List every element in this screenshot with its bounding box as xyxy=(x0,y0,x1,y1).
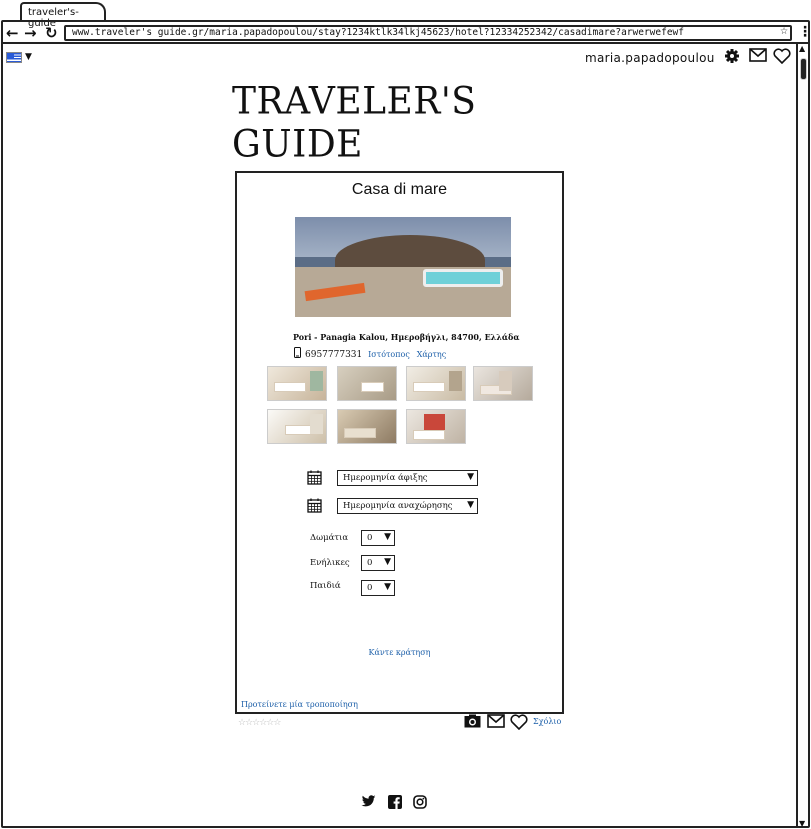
gallery-thumbnail[interactable] xyxy=(406,366,466,401)
greece-flag-icon[interactable] xyxy=(6,52,22,63)
website-link[interactable]: Ιστότοπος xyxy=(368,350,410,359)
comment-link[interactable]: Σχόλιο xyxy=(533,717,561,726)
back-icon[interactable]: ← xyxy=(6,24,19,42)
contact-row: 6957777331 Ιστότοπος Χάρτης xyxy=(294,347,446,361)
hotel-card: Casa di mare Pori - Panagia Kalou, Ημερο… xyxy=(235,171,564,714)
arrival-date-select[interactable]: Ημερομηνία άφιξης ▼ xyxy=(337,470,478,486)
chevron-down-icon: ▼ xyxy=(384,532,391,542)
gallery-thumbnail[interactable] xyxy=(337,366,397,401)
hotel-main-photo[interactable] xyxy=(295,217,511,317)
hotel-address: Pori - Panagia Kalou, Ημεροβήγλι, 84700,… xyxy=(293,332,520,342)
instagram-icon[interactable] xyxy=(413,795,427,813)
facebook-icon[interactable] xyxy=(388,795,402,813)
mail-icon[interactable] xyxy=(487,714,505,732)
children-value: 0 xyxy=(367,583,373,593)
chevron-down-icon: ▼ xyxy=(384,557,391,567)
arrival-calendar-icon[interactable] xyxy=(307,470,322,489)
rooms-label: Δωμάτια xyxy=(310,533,349,543)
adults-value: 0 xyxy=(367,558,373,568)
gallery-thumbnail[interactable] xyxy=(473,366,533,401)
departure-date-value: Ημερομηνία αναχώρησης xyxy=(343,501,453,511)
chevron-down-icon: ▼ xyxy=(467,472,474,482)
twitter-icon[interactable] xyxy=(361,795,376,812)
reload-icon[interactable]: ↻ xyxy=(45,24,58,42)
hotel-name: Casa di mare xyxy=(351,181,448,198)
chevron-down-icon: ▼ xyxy=(467,500,474,510)
rooms-value: 0 xyxy=(367,533,373,543)
hotel-phone: 6957777331 xyxy=(305,350,363,360)
children-select[interactable]: 0 ▼ xyxy=(361,580,395,596)
browser-menu-icon[interactable]: ⋮ xyxy=(798,24,811,40)
departure-date-select[interactable]: Ημερομηνία αναχώρησης ▼ xyxy=(337,498,478,514)
address-bar[interactable]: www.traveler's guide.gr/maria.papadopoul… xyxy=(64,25,792,41)
language-dropdown-caret-icon[interactable]: ▼ xyxy=(25,52,32,62)
heart-icon[interactable] xyxy=(773,48,791,68)
browser-window: traveler's-guide ← → ↻ www.traveler's gu… xyxy=(0,0,811,829)
forward-icon[interactable]: → xyxy=(24,24,37,42)
camera-icon[interactable] xyxy=(464,714,481,732)
bookmark-star-icon[interactable]: ☆ xyxy=(780,27,788,37)
username[interactable]: maria.papadopoulou xyxy=(585,51,715,65)
star-rating[interactable]: ☆☆☆☆☆☆ xyxy=(238,718,281,728)
mail-icon[interactable] xyxy=(749,48,767,66)
map-link[interactable]: Χάρτης xyxy=(417,350,447,359)
scroll-up-icon[interactable]: ▲ xyxy=(799,44,805,53)
browser-tab[interactable]: traveler's-guide xyxy=(20,2,106,29)
phone-icon xyxy=(294,347,301,361)
scroll-down-icon[interactable]: ▼ xyxy=(799,819,805,828)
rooms-select[interactable]: 0 ▼ xyxy=(361,530,395,546)
site-logo[interactable]: Traveler's Guide xyxy=(232,80,572,166)
children-label: Παιδιά xyxy=(310,581,341,591)
chevron-down-icon: ▼ xyxy=(384,582,391,592)
heart-icon[interactable] xyxy=(510,714,528,734)
scrollbar[interactable]: ▲ ▼ xyxy=(796,44,809,828)
gallery-thumbnail[interactable] xyxy=(267,366,327,401)
gallery-thumbnail[interactable] xyxy=(406,409,466,444)
book-now-link[interactable]: Κάντε κράτηση xyxy=(369,648,431,657)
suggest-edit-link[interactable]: Προτείνετε μία τροποποίηση xyxy=(241,700,358,709)
gear-icon[interactable] xyxy=(724,48,740,68)
url-text: www.traveler's guide.gr/maria.papadopoul… xyxy=(72,27,684,38)
gallery-thumbnail[interactable] xyxy=(337,409,397,444)
scroll-thumb[interactable] xyxy=(800,58,807,80)
gallery-thumbnail[interactable] xyxy=(267,409,327,444)
adults-select[interactable]: 0 ▼ xyxy=(361,555,395,571)
arrival-date-value: Ημερομηνία άφιξης xyxy=(343,473,428,483)
adults-label: Ενήλικες xyxy=(310,558,350,568)
departure-calendar-icon[interactable] xyxy=(307,498,322,517)
